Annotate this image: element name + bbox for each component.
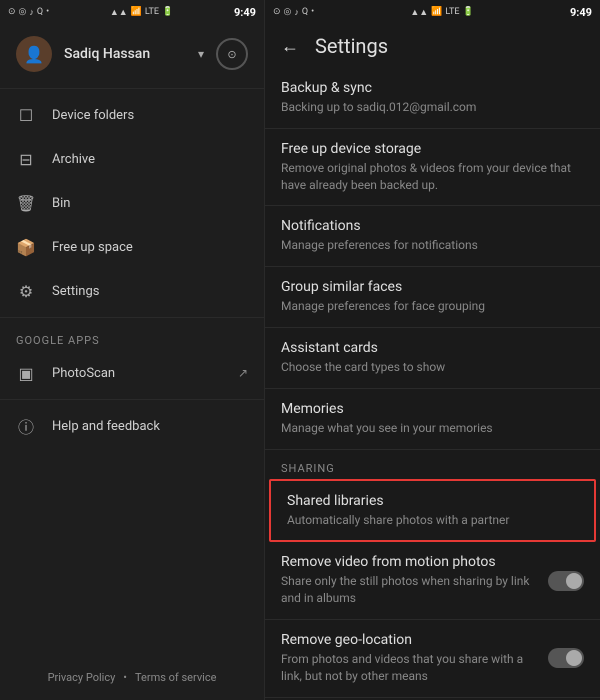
- lte-icon: LTE: [145, 7, 159, 17]
- tiktok-icon: ♪: [29, 7, 34, 18]
- remove-video-title: Remove video from motion photos: [281, 554, 536, 570]
- google-apps-section-label: GOOGLE APPS: [0, 322, 264, 351]
- settings-item-remove-geo[interactable]: Remove geo-location From photos and vide…: [265, 620, 600, 698]
- account-switcher[interactable]: ⊙: [216, 38, 248, 70]
- sidebar-item-label: PhotoScan: [52, 366, 222, 381]
- instagram-icon: ⊙: [8, 7, 16, 17]
- settings-item-notifications[interactable]: Notifications Manage preferences for not…: [265, 206, 600, 267]
- settings-item-free-storage[interactable]: Free up device storage Remove original p…: [265, 129, 600, 207]
- free-storage-desc: Remove original photos & videos from you…: [281, 160, 584, 194]
- sidebar-item-help[interactable]: ⓘ Help and feedback: [0, 404, 264, 448]
- sidebar-item-bin[interactable]: 🗑 Bin: [0, 181, 264, 225]
- sidebar-item-label: Help and feedback: [52, 419, 248, 434]
- sidebar-item-device-folders[interactable]: ☐ Device folders: [0, 93, 264, 137]
- instagram-icon-r: ⊙: [273, 7, 281, 17]
- remove-geo-content: Remove geo-location From photos and vide…: [281, 632, 548, 685]
- sidebar-item-label: Settings: [52, 284, 248, 299]
- divider-top: [0, 88, 264, 89]
- battery-icon-r: 🔋: [463, 7, 474, 17]
- archive-icon: ⊟: [16, 149, 36, 169]
- sidebar-item-label: Free up space: [52, 240, 248, 255]
- settings-list: Backup & sync Backing up to sadiq.012@gm…: [265, 68, 600, 700]
- backup-desc: Backing up to sadiq.012@gmail.com: [281, 99, 584, 116]
- system-icons-left: ▲▲ 📶 LTE 🔋: [110, 7, 173, 18]
- app-icons-right: ⊙ ◎ ♪ Q •: [273, 7, 314, 18]
- settings-item-memories[interactable]: Memories Manage what you see in your mem…: [265, 389, 600, 450]
- sidebar-item-label: Bin: [52, 196, 248, 211]
- notifications-desc: Manage preferences for notifications: [281, 237, 584, 254]
- storage-icon: 📦: [16, 237, 36, 257]
- sidebar-item-settings[interactable]: ⚙ Settings: [0, 269, 264, 313]
- sidebar-item-label: Archive: [52, 152, 248, 167]
- lte-icon-r: LTE: [445, 7, 459, 17]
- app-icons-left: ⊙ ◎ ♪ Q •: [8, 7, 49, 18]
- sharing-section-label: SHARING: [265, 450, 600, 479]
- avatar: 👤: [16, 36, 52, 72]
- back-button[interactable]: ←: [281, 36, 299, 57]
- wifi-icon: 📶: [131, 7, 142, 17]
- footer-links: Privacy Policy • Terms of service: [0, 671, 264, 684]
- remove-video-toggle[interactable]: [548, 571, 584, 591]
- external-link-icon: ↗: [238, 366, 248, 380]
- group-faces-title: Group similar faces: [281, 279, 584, 295]
- assistant-title: Assistant cards: [281, 340, 584, 356]
- settings-header: ← Settings: [265, 24, 600, 68]
- sidebar-item-free-up-space[interactable]: 📦 Free up space: [0, 225, 264, 269]
- memories-desc: Manage what you see in your memories: [281, 420, 584, 437]
- notifications-title: Notifications: [281, 218, 584, 234]
- remove-video-desc: Share only the still photos when sharing…: [281, 573, 536, 607]
- remove-geo-desc: From photos and videos that you share wi…: [281, 651, 536, 685]
- settings-item-group-faces[interactable]: Group similar faces Manage preferences f…: [265, 267, 600, 328]
- folder-icon: ☐: [16, 105, 36, 125]
- sidebar-item-archive[interactable]: ⊟ Archive: [0, 137, 264, 181]
- user-header[interactable]: 👤 Sadiq Hassan ▾ ⊙: [0, 24, 264, 84]
- sidebar-item-label: Device folders: [52, 108, 248, 123]
- bin-icon: 🗑: [16, 193, 36, 213]
- status-bar-right: ⊙ ◎ ♪ Q • ▲▲ 📶 LTE 🔋 9:49: [265, 0, 600, 24]
- sidebar-item-photoscan[interactable]: ▣ PhotoScan ↗: [0, 351, 264, 395]
- privacy-policy-link[interactable]: Privacy Policy: [48, 671, 116, 684]
- settings-item-remove-video[interactable]: Remove video from motion photos Share on…: [265, 542, 600, 620]
- group-faces-desc: Manage preferences for face grouping: [281, 298, 584, 315]
- settings-item-shared-libraries[interactable]: Shared libraries Automatically share pho…: [269, 479, 596, 543]
- settings-item-assistant[interactable]: Assistant cards Choose the card types to…: [265, 328, 600, 389]
- memories-title: Memories: [281, 401, 584, 417]
- status-bar-left: ⊙ ◎ ♪ Q • ▲▲ 📶 LTE 🔋 9:49: [0, 0, 264, 24]
- backup-title: Backup & sync: [281, 80, 584, 96]
- quora-icon-r: Q: [302, 7, 308, 17]
- battery-icon: 🔋: [162, 7, 173, 17]
- chevron-down-icon: ▾: [198, 47, 204, 61]
- toggle-knob: [566, 573, 582, 589]
- time-right: 9:49: [570, 6, 592, 19]
- divider-google-apps: [0, 317, 264, 318]
- time-left: 9:49: [234, 6, 256, 19]
- remove-geo-title: Remove geo-location: [281, 632, 536, 648]
- free-storage-title: Free up device storage: [281, 141, 584, 157]
- signal-icon: ▲▲: [110, 7, 128, 18]
- wifi-icon-r: 📶: [431, 7, 442, 17]
- remove-geo-toggle[interactable]: [548, 648, 584, 668]
- scan-icon: ▣: [16, 363, 36, 383]
- help-icon: ⓘ: [16, 416, 36, 436]
- signal-icon-r: ▲▲: [410, 7, 428, 18]
- tiktok-icon-r: ♪: [294, 7, 299, 18]
- settings-item-backup[interactable]: Backup & sync Backing up to sadiq.012@gm…: [265, 68, 600, 129]
- left-panel: ⊙ ◎ ♪ Q • ▲▲ 📶 LTE 🔋 9:49 👤 Sadiq Hassan…: [0, 0, 265, 700]
- camera-icon: ◎: [19, 7, 27, 17]
- gear-icon: ⚙: [16, 281, 36, 301]
- remove-video-content: Remove video from motion photos Share on…: [281, 554, 548, 607]
- shared-libraries-title: Shared libraries: [287, 493, 578, 509]
- settings-title: Settings: [315, 34, 388, 58]
- terms-of-service-link[interactable]: Terms of service: [135, 671, 216, 684]
- assistant-desc: Choose the card types to show: [281, 359, 584, 376]
- shared-libraries-desc: Automatically share photos with a partne…: [287, 512, 578, 529]
- system-icons-right: ▲▲ 📶 LTE 🔋: [410, 7, 473, 18]
- quora-icon: Q: [37, 7, 43, 17]
- divider-help: [0, 399, 264, 400]
- toggle-knob-geo: [566, 650, 582, 666]
- camera-icon-r: ◎: [284, 7, 292, 17]
- dot-separator: •: [123, 671, 127, 684]
- right-panel: ⊙ ◎ ♪ Q • ▲▲ 📶 LTE 🔋 9:49 ← Settings Bac…: [265, 0, 600, 700]
- user-name: Sadiq Hassan: [64, 46, 186, 62]
